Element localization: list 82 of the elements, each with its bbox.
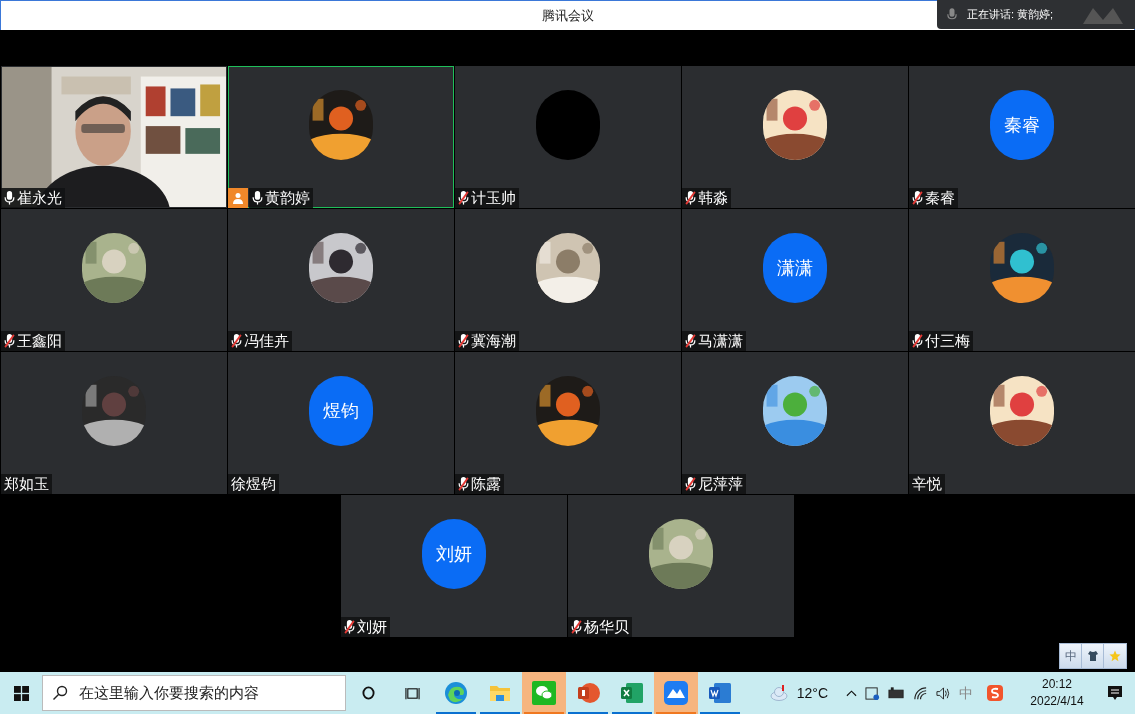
muted-mic-icon [344, 620, 355, 634]
muted-mic-icon [911, 191, 923, 205]
video-tile[interactable]: 辛悦 [908, 352, 1135, 494]
participant-name: 黄韵婷 [248, 188, 313, 208]
meeting-app-icon [664, 681, 688, 705]
avatar: 秦睿 [989, 90, 1054, 160]
participant-name: 计玉帅 [454, 188, 519, 208]
wifi-icon[interactable] [913, 685, 928, 701]
participant-name: 秦睿 [908, 188, 958, 208]
edge-browser-icon [444, 681, 468, 705]
avatar: 潇潇 [762, 233, 827, 303]
video-tile[interactable]: 黄韵婷 [227, 66, 454, 208]
windows-icon [13, 685, 29, 701]
mic-icon [947, 7, 957, 22]
video-tile[interactable]: 韩淼 [681, 66, 908, 208]
mic-icon [3, 191, 15, 205]
muted-mic-icon [684, 477, 696, 491]
muted-mic-icon [457, 334, 469, 348]
participant-name: 尼萍萍 [681, 474, 746, 494]
circle-icon [361, 686, 375, 700]
video-tile[interactable]: 付三梅 [908, 209, 1135, 351]
notification-icon[interactable] [1107, 685, 1123, 701]
participant-name: 冀海潮 [454, 331, 519, 351]
spreadsheet-app-icon [620, 681, 644, 705]
chevron-up-icon[interactable] [846, 689, 857, 697]
participant-name: 徐煜钧 [227, 474, 279, 494]
presentation-app-icon [576, 681, 600, 705]
chat-app-icon [532, 681, 556, 705]
muted-mic-icon [457, 191, 469, 205]
muted-mic-icon [3, 334, 15, 348]
muted-mic-icon [457, 477, 469, 491]
muted-mic-icon [684, 191, 696, 205]
video-tile[interactable]: 崔永光 [0, 66, 227, 208]
taskbar-app[interactable] [522, 672, 566, 714]
muted-mic-icon [230, 334, 242, 348]
video-tile[interactable]: 计玉帅 [454, 66, 681, 208]
video-tile[interactable]: 冯佳卉 [227, 209, 454, 351]
participant-name: 刘妍 [341, 617, 390, 637]
participant-name: 辛悦 [908, 474, 945, 494]
video-tile[interactable]: 煜钧 徐煜钧 [227, 352, 454, 494]
participant-name: 郑如玉 [0, 474, 52, 494]
search-icon [52, 685, 68, 701]
clock-date[interactable]: 2022/4/14 [1030, 693, 1084, 710]
temperature[interactable]: 12°C [796, 682, 828, 704]
participant-name: 付三梅 [908, 331, 973, 351]
participant-name: 杨华贝 [568, 617, 632, 637]
search-field[interactable]: 在这里输入你要搜索的内容 [42, 675, 346, 711]
weather-icon [768, 685, 789, 701]
speaker-icon[interactable] [936, 685, 951, 701]
task-view-icon [404, 685, 420, 701]
muted-mic-icon [571, 620, 582, 634]
participant-name: 冯佳卉 [227, 331, 292, 351]
video-tile[interactable]: 潇潇 马潇潇 [681, 209, 908, 351]
video-tile[interactable]: 王鑫阳 [0, 209, 227, 351]
participant-name: 马潇潇 [681, 331, 746, 351]
input-mode-toggle[interactable]: 中 [1060, 644, 1082, 668]
taskbar-app[interactable] [654, 672, 698, 714]
battery-icon[interactable] [888, 687, 905, 699]
document-app-icon [708, 681, 732, 705]
video-tile[interactable]: 陈露 [454, 352, 681, 494]
shirt-icon[interactable] [1086, 650, 1099, 662]
video-tile[interactable]: 刘妍 刘妍 [341, 495, 567, 637]
clock-time[interactable]: 20:12 [1042, 676, 1072, 693]
sogou-icon[interactable] [987, 685, 1003, 701]
video-tile[interactable]: 秦睿 秦睿 [908, 66, 1135, 208]
participant-name: 韩淼 [681, 188, 731, 208]
video-tile[interactable]: 尼萍萍 [681, 352, 908, 494]
security-icon[interactable] [865, 685, 880, 701]
star-icon[interactable] [1109, 650, 1121, 662]
mic-icon [251, 191, 263, 205]
muted-mic-icon [684, 334, 696, 348]
window-title: 腾讯会议 [541, 6, 594, 25]
video-tile[interactable]: 杨华贝 [568, 495, 794, 637]
avatar: 刘妍 [422, 519, 486, 589]
participant-name: 崔永光 [0, 188, 65, 208]
avatar: 煜钧 [308, 376, 373, 446]
speaking-label: 正在讲话: 黄韵婷; [967, 7, 1054, 23]
muted-mic-icon [911, 334, 923, 348]
video-tile[interactable]: 冀海潮 [454, 209, 681, 351]
participant-name: 陈露 [454, 474, 504, 494]
video-tile[interactable]: 郑如玉 [0, 352, 227, 494]
participant-name: 王鑫阳 [0, 331, 65, 351]
